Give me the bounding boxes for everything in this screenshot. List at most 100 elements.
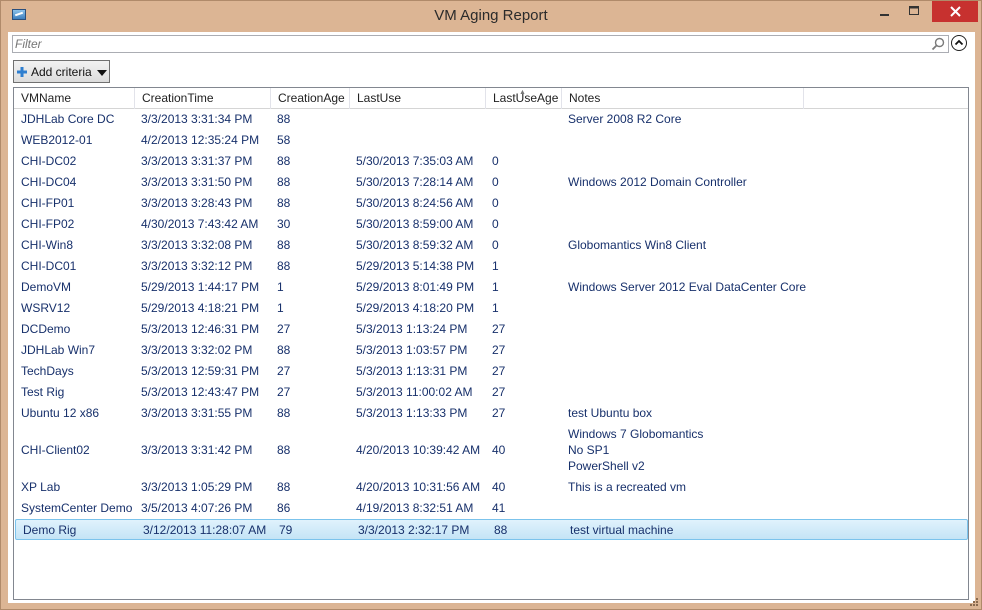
table-row[interactable]: WEB2012-01 4/2/2013 12:35:24 PM 58 [14,130,968,151]
minimize-button[interactable] [875,1,895,22]
table-row[interactable]: CHI-FP01 3/3/2013 3:28:43 PM 88 5/30/2013 8… [14,193,968,214]
cell-lastuse: 5/3/2013 11:00:02 AM [356,385,473,399]
add-criteria-button[interactable]: Add criteria [13,60,110,83]
cell-lastuse: 5/30/2013 8:59:32 AM [356,238,474,252]
cell-lastuse: 4/20/2013 10:31:56 AM [356,480,481,494]
cell-creationage: 88 [277,196,291,210]
grid-header: VMName CreationTime CreationAge LastUse … [14,88,968,109]
column-header-lastuse[interactable]: LastUse [350,88,486,109]
resize-grip-icon[interactable] [969,597,979,607]
search-icon[interactable] [931,37,945,51]
cell-lastuseage: 0 [492,154,499,168]
app-window: VM Aging Report Add criteria [0,0,982,610]
filter-box[interactable] [12,35,949,53]
column-header-creationtime[interactable]: CreationTime [135,88,271,109]
title-bar[interactable]: VM Aging Report [1,1,981,32]
table-row[interactable]: CHI-Win8 3/3/2013 3:32:08 PM 88 5/30/2013 8… [14,235,968,256]
cell-creationage: 1 [277,301,284,315]
cell-lastuse: 5/30/2013 8:24:56 AM [356,196,474,210]
cell-vmname: CHI-DC02 [21,154,77,168]
cell-creationage: 58 [277,133,291,147]
cell-notes: Windows 2012 Domain Controller [568,175,747,189]
cell-vmname: JDHLab Core DC [21,112,115,126]
cell-creationtime: 3/3/2013 3:31:42 PM [141,443,253,457]
cell-lastuseage: 1 [492,301,499,315]
table-row[interactable]: SystemCenter Demo 3/5/2013 4:07:26 PM 86 4/… [14,498,968,519]
column-header-vmname[interactable]: VMName [14,88,135,109]
cell-lastuseage: 27 [492,385,506,399]
close-icon [949,6,961,17]
cell-vmname: SystemCenter Demo [21,501,133,515]
client-area: Add criteria VMName CreationTime Creatio… [8,32,975,603]
cell-creationage: 1 [277,280,284,294]
cell-lastuseage: 27 [492,343,506,357]
table-row[interactable]: CHI-DC02 3/3/2013 3:31:37 PM 88 5/30/2013 7… [14,151,968,172]
table-row[interactable]: XP Lab 3/3/2013 1:05:29 PM 88 4/20/2013 10:… [14,477,968,498]
table-row[interactable]: Ubuntu 12 x86 3/3/2013 3:31:55 PM 88 5/3/20… [14,403,968,424]
collapse-button[interactable] [951,35,967,51]
cell-lastuseage: 0 [492,238,499,252]
cell-creationtime: 3/3/2013 3:31:34 PM [141,112,253,126]
cell-creationtime: 3/3/2013 3:32:12 PM [141,259,253,273]
cell-creationtime: 3/5/2013 4:07:26 PM [141,501,253,515]
cell-lastuse: 5/29/2013 4:18:20 PM [356,301,475,315]
cell-creationage: 27 [277,385,291,399]
cell-creationage: 27 [277,322,291,336]
cell-creationtime: 3/3/2013 3:31:50 PM [141,175,253,189]
cell-creationtime: 5/29/2013 4:18:21 PM [141,301,260,315]
cell-vmname: Demo Rig [23,523,77,537]
table-row[interactable]: CHI-Client02 3/3/2013 3:31:42 PM 88 4/20/20… [14,424,968,477]
cell-notes: Server 2008 R2 Core [568,112,682,126]
cell-vmname: CHI-Client02 [21,443,90,457]
table-row[interactable]: CHI-FP02 4/30/2013 7:43:42 AM 30 5/30/2013 … [14,214,968,235]
filter-input[interactable] [15,36,915,52]
cell-lastuseage: 88 [494,523,508,537]
cell-lastuseage: 40 [492,443,506,457]
cell-notes: test Ubuntu box [568,406,653,420]
cell-creationtime: 3/3/2013 1:05:29 PM [141,480,253,494]
close-button[interactable] [932,1,978,22]
table-row[interactable]: Test Rig 5/3/2013 12:43:47 PM 27 5/3/2013 1… [14,382,968,403]
cell-lastuse: 5/3/2013 1:03:57 PM [356,343,468,357]
cell-creationage: 88 [277,480,291,494]
table-row[interactable]: JDHLab Core DC 3/3/2013 3:31:34 PM 88 Serve… [14,109,968,130]
cell-creationage: 27 [277,364,291,378]
table-row[interactable]: TechDays 5/3/2013 12:59:31 PM 27 5/3/2013 1… [14,361,968,382]
cell-creationage: 88 [277,238,291,252]
table-row[interactable]: DemoVM 5/29/2013 1:44:17 PM 1 5/29/2013 8:0… [14,277,968,298]
cell-creationtime: 5/3/2013 12:46:31 PM [141,322,260,336]
cell-creationtime: 3/3/2013 3:32:08 PM [141,238,253,252]
cell-vmname: CHI-DC01 [21,259,77,273]
cell-lastuse: 5/30/2013 8:59:00 AM [356,217,474,231]
table-row[interactable]: CHI-DC04 3/3/2013 3:31:50 PM 88 5/30/2013 7… [14,172,968,193]
cell-creationtime: 3/3/2013 3:32:02 PM [141,343,253,357]
cell-creationtime: 3/3/2013 3:28:43 PM [141,196,253,210]
cell-lastuseage: 27 [492,406,506,420]
cell-vmname: DCDemo [21,322,71,336]
vm-grid[interactable]: VMName CreationTime CreationAge LastUse … [13,87,969,600]
cell-vmname: CHI-FP02 [21,217,75,231]
cell-vmname: JDHLab Win7 [21,343,96,357]
cell-creationage: 88 [277,343,291,357]
cell-lastuseage: 41 [492,501,506,515]
cell-creationage: 79 [279,523,293,537]
cell-creationtime: 5/3/2013 12:59:31 PM [141,364,260,378]
table-row[interactable]: WSRV12 5/29/2013 4:18:21 PM 1 5/29/2013 4:1… [14,298,968,319]
cell-vmname: XP Lab [21,480,61,494]
cell-lastuseage: 27 [492,322,506,336]
column-header-notes[interactable]: Notes [562,88,804,109]
table-row[interactable]: Demo Rig 3/12/2013 11:28:07 AM 79 3/3/2013 … [15,519,968,540]
maximize-button[interactable] [901,1,927,22]
cell-creationage: 86 [277,501,291,515]
cell-creationage: 88 [277,406,291,420]
cell-notes-line: No SP1 [568,443,610,457]
column-header-creationage[interactable]: CreationAge [271,88,350,109]
table-row[interactable]: CHI-DC01 3/3/2013 3:32:12 PM 88 5/29/2013 5… [14,256,968,277]
table-row[interactable]: DCDemo 5/3/2013 12:46:31 PM 27 5/3/2013 1:1… [14,319,968,340]
table-row[interactable]: JDHLab Win7 3/3/2013 3:32:02 PM 88 5/3/2013… [14,340,968,361]
cell-notes: Windows 7 Globomantics No SP1 PowerShell v… [568,426,703,474]
cell-lastuseage: 0 [492,217,499,231]
cell-vmname: WEB2012-01 [21,133,93,147]
cell-vmname: TechDays [21,364,74,378]
column-header-lastuseage[interactable]: LastUseAge ▲ [486,88,562,109]
